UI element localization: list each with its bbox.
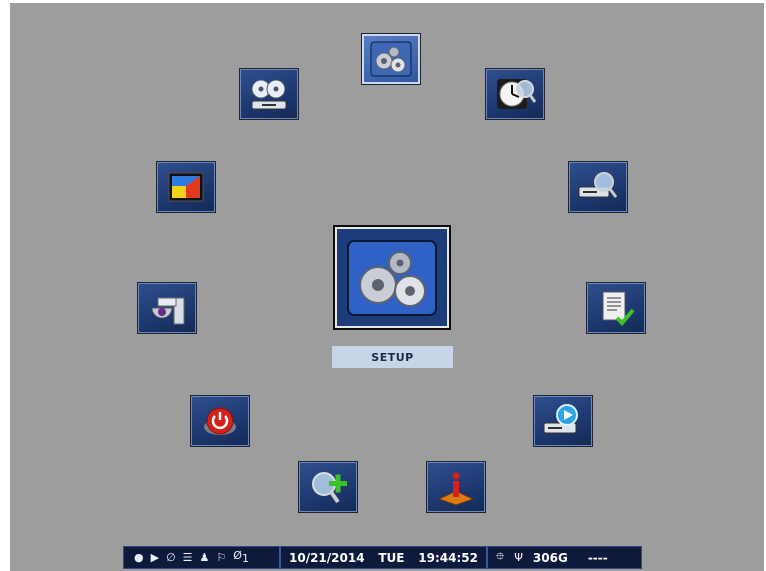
hdd-search-icon bbox=[578, 172, 618, 198]
power-button-icon bbox=[204, 407, 236, 435]
status-datetime: 10/21/2014 TUE 19:44:52 bbox=[281, 547, 488, 568]
status-day: TUE bbox=[378, 550, 405, 565]
menu-item-display[interactable] bbox=[156, 161, 216, 213]
menu-item-shutdown[interactable] bbox=[190, 395, 250, 447]
usb-icon-2: Ψ bbox=[514, 551, 523, 564]
zoom-in-icon bbox=[312, 472, 347, 504]
menu-item-ptz[interactable] bbox=[137, 282, 197, 334]
menu-item-event-search[interactable] bbox=[568, 161, 628, 213]
record-icon: ● bbox=[134, 551, 144, 564]
status-icons-group: ● ▶ ∅ ☰ ♟ ⚐ Ø1 bbox=[124, 547, 281, 568]
disc-archive-icon bbox=[251, 79, 287, 110]
flag-icon: ⚐ bbox=[216, 551, 227, 564]
menu-item-time-search[interactable] bbox=[485, 68, 545, 120]
alarm-icon: Ø1 bbox=[233, 550, 249, 564]
setup-gears-icon bbox=[347, 239, 437, 316]
selected-menu-label: SETUP bbox=[332, 346, 453, 368]
selected-menu-preview[interactable] bbox=[333, 225, 451, 330]
monitor-display-icon bbox=[168, 172, 204, 202]
usb-icon: ⯐ bbox=[496, 550, 505, 563]
menu-item-log[interactable] bbox=[586, 282, 646, 334]
status-storage: ⯐ Ψ 306G ---- bbox=[488, 547, 641, 568]
dome-camera-icon bbox=[151, 297, 185, 325]
setup-gears-icon bbox=[370, 41, 412, 77]
clock-search-icon bbox=[497, 79, 537, 109]
status-time: 19:44:52 bbox=[418, 550, 478, 565]
hdd-play-icon bbox=[543, 404, 578, 434]
alarm-symbol: Ø bbox=[233, 549, 242, 563]
null-icon: ∅ bbox=[166, 551, 176, 564]
menu-item-archive[interactable] bbox=[239, 68, 299, 120]
dvr-main-menu-screen: SETUP bbox=[10, 3, 764, 571]
info-icon bbox=[437, 472, 475, 506]
menu-item-setup[interactable] bbox=[361, 33, 421, 85]
alarm-count: 1 bbox=[241, 552, 249, 566]
menu-item-zoom[interactable] bbox=[298, 461, 358, 513]
list-icon: ☰ bbox=[182, 551, 193, 564]
menu-item-playback[interactable] bbox=[533, 395, 593, 447]
menu-item-information[interactable] bbox=[426, 461, 486, 513]
user-icon: ♟ bbox=[199, 551, 210, 564]
status-bar: ● ▶ ∅ ☰ ♟ ⚐ Ø1 10/21/2014 TUE 19:44:52 ⯐… bbox=[123, 546, 642, 569]
play-icon: ▶ bbox=[150, 551, 160, 564]
report-check-icon bbox=[602, 291, 635, 326]
status-extra: ---- bbox=[587, 550, 608, 565]
hdd-capacity: 306G bbox=[532, 550, 568, 565]
status-date: 10/21/2014 bbox=[289, 550, 365, 565]
